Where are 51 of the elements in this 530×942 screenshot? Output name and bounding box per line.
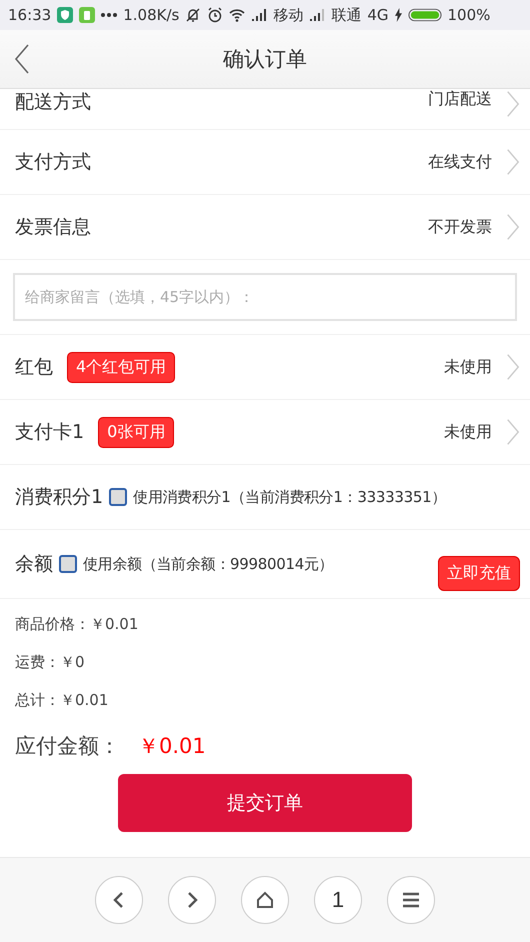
alarm-icon: [207, 7, 224, 23]
battery-app-icon: [79, 7, 96, 23]
back-button[interactable]: [95, 876, 143, 924]
payable-label: 应付金额：: [15, 733, 120, 760]
row-label: 发票信息: [15, 215, 91, 240]
signal-icon: [251, 7, 268, 23]
more-icon: [101, 12, 118, 18]
row-value[interactable]: 门店配送: [428, 89, 492, 110]
home-button[interactable]: [241, 876, 289, 924]
row-label: 支付卡1: [15, 420, 84, 445]
charging-icon: [394, 8, 402, 22]
forward-button[interactable]: [168, 876, 216, 924]
wifi-icon: [229, 7, 246, 23]
mute-icon: [185, 7, 202, 23]
checkbox[interactable]: [109, 488, 128, 506]
price-line: 商品价格：￥0.01: [15, 615, 140, 634]
page-title: 确认订单: [223, 46, 307, 73]
signal-icon: [309, 7, 326, 23]
carrier-name: 联通: [331, 6, 362, 24]
recharge-button[interactable]: 立即充值: [438, 556, 520, 590]
checkbox-label[interactable]: 使用消费积分1（当前消费积分1：33333351）: [133, 488, 446, 506]
price-line: 运费：￥0: [15, 653, 86, 672]
tabs-button[interactable]: 1: [314, 876, 362, 924]
row-label: 消费积分1: [15, 485, 104, 510]
home-icon: [255, 890, 275, 910]
price-line: 总计：￥0.01: [15, 691, 110, 710]
menu-button[interactable]: [387, 876, 435, 924]
row-label: 余额: [15, 552, 53, 577]
row-value[interactable]: 未使用: [444, 422, 492, 442]
availability-badge: 0张可用: [98, 416, 174, 448]
checkbox[interactable]: [59, 555, 77, 573]
payable-amount: ￥0.01: [138, 733, 206, 760]
row-label: 支付方式: [15, 150, 91, 175]
network-speed: 1.08K/s: [123, 6, 180, 24]
checkbox-label[interactable]: 使用余额（当前余额：99980014元）: [83, 554, 334, 574]
message-field[interactable]: 给商家留言（选填，45字以内）：: [13, 273, 517, 321]
shield-icon: [57, 7, 74, 23]
status-time: 16:33: [8, 6, 52, 24]
back-icon[interactable]: [14, 44, 30, 74]
battery-icon: [408, 8, 442, 22]
row-value[interactable]: 在线支付: [428, 152, 492, 172]
menu-icon: [401, 890, 421, 910]
availability-badge: 4个红包可用: [67, 352, 176, 382]
row-value[interactable]: 不开发票: [428, 216, 492, 238]
submit-button[interactable]: 提交订单: [118, 774, 412, 832]
network-type: 4G: [367, 6, 389, 24]
row-label: 配送方式: [15, 90, 91, 115]
battery-percent: 100%: [448, 6, 490, 24]
row-value[interactable]: 未使用: [444, 356, 492, 378]
row-label: 红包: [15, 355, 53, 380]
carrier-name: 移动: [273, 6, 304, 24]
